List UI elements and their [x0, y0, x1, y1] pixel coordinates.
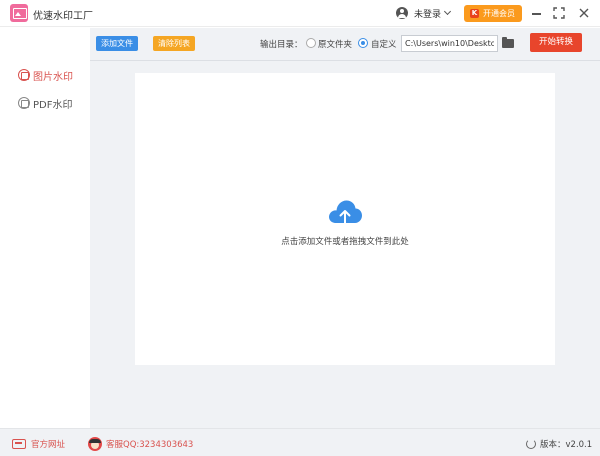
output-path-input[interactable]: [401, 35, 498, 52]
version-info[interactable]: 版本：v2.0.1: [526, 437, 592, 450]
close-icon[interactable]: [576, 5, 592, 21]
login-status: 未登录: [414, 9, 442, 20]
vip-button[interactable]: K 开通会员: [464, 5, 522, 22]
minimize-icon[interactable]: [529, 5, 545, 21]
vip-icon: K: [470, 9, 479, 18]
sidebar: 图片水印 PDF水印: [0, 28, 90, 428]
version-label: 版本：v2.0.1: [540, 439, 593, 450]
sidebar-item-label: 图片水印: [33, 71, 73, 83]
folder-icon[interactable]: [502, 37, 514, 48]
app-logo-icon: [10, 4, 28, 22]
chevron-down-icon: [443, 7, 452, 16]
footer: 官方网址 客服QQ:3234303643 版本：v2.0.1: [0, 428, 600, 456]
user-login-menu[interactable]: 未登录: [396, 5, 452, 21]
radio-original-folder-label: 原文件夹: [318, 40, 353, 50]
add-files-button[interactable]: 添加文件: [96, 36, 138, 51]
image-watermark-icon: [18, 69, 30, 81]
sidebar-item-label: PDF水印: [33, 99, 73, 111]
cloud-upload-icon: [329, 200, 362, 226]
start-convert-button[interactable]: 开始转换: [530, 33, 582, 52]
official-website-link[interactable]: 官方网址: [12, 437, 65, 450]
support-avatar-icon: [88, 436, 102, 451]
toolbar: 添加文件 清除列表 输出目录： 原文件夹 自定义 开始转换: [90, 28, 600, 61]
refresh-icon: [526, 438, 536, 449]
output-dir-label: 输出目录：: [260, 40, 303, 50]
vip-label: 开通会员: [483, 9, 515, 18]
dropzone-hint: 点击添加文件或者拖拽文件到此处: [281, 237, 409, 247]
main-area: 添加文件 清除列表 输出目录： 原文件夹 自定义 开始转换 点击添加文件或者拖拽…: [90, 28, 600, 428]
website-icon: [12, 438, 26, 449]
maximize-icon[interactable]: [551, 5, 567, 21]
radio-custom-folder-label: 自定义: [371, 40, 397, 50]
sidebar-item-image-watermark[interactable]: 图片水印: [18, 68, 73, 83]
file-dropzone[interactable]: 点击添加文件或者拖拽文件到此处: [135, 73, 555, 365]
radio-custom-folder[interactable]: [358, 38, 368, 48]
clear-list-button[interactable]: 清除列表: [153, 36, 195, 51]
support-label: 客服QQ:3234303643: [106, 439, 194, 450]
user-icon: [396, 7, 408, 19]
sidebar-item-pdf-watermark[interactable]: PDF水印: [18, 96, 73, 111]
title-bar: 优速水印工厂 未登录 K 开通会员: [0, 0, 600, 27]
support-qq-link[interactable]: 客服QQ:3234303643: [88, 436, 194, 451]
pdf-watermark-icon: [18, 97, 30, 109]
website-label: 官方网址: [31, 439, 66, 450]
app-title: 优速水印工厂: [33, 11, 93, 22]
radio-original-folder[interactable]: [306, 38, 316, 48]
